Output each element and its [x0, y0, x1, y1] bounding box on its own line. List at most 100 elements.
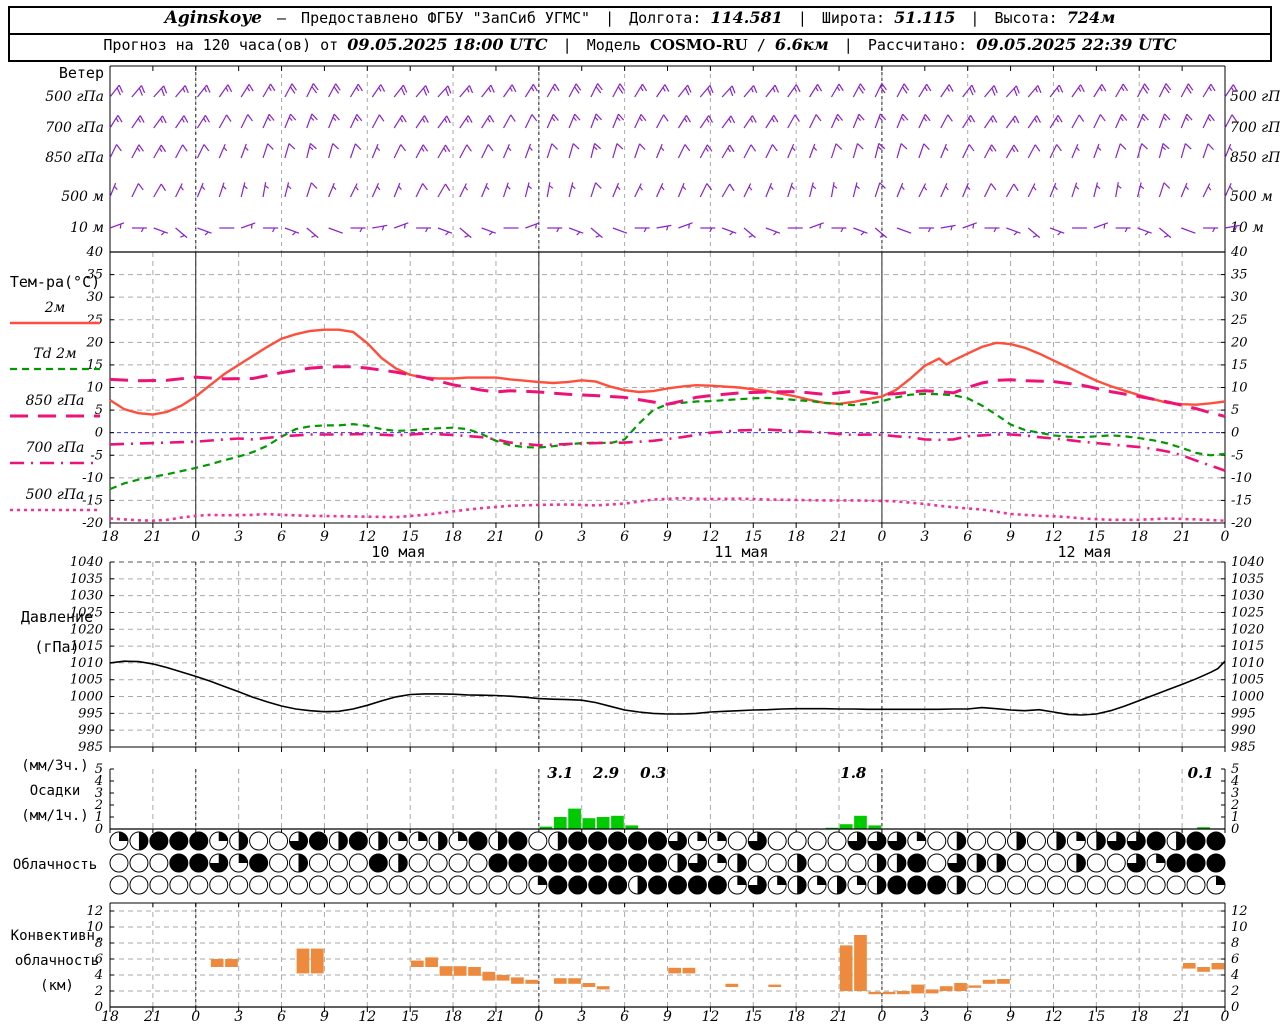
cloud-cover-symbol — [1146, 875, 1166, 895]
line — [750, 144, 757, 152]
temp-tick-label-right: 0 — [1231, 426, 1239, 441]
line — [1076, 146, 1080, 152]
line — [1158, 182, 1165, 198]
line — [1032, 186, 1037, 191]
line — [765, 227, 781, 234]
line — [857, 116, 862, 122]
line — [853, 227, 868, 234]
cloud-cover-symbol — [209, 875, 229, 895]
line — [1180, 83, 1189, 98]
line — [705, 147, 709, 152]
line — [835, 117, 840, 122]
precip-axis-title: (мм/3ч.) — [21, 758, 88, 774]
line — [1057, 231, 1062, 236]
cloud-cover-symbol — [927, 831, 947, 851]
wind-level-label-left: 10 м — [70, 220, 104, 236]
cloud-cover-symbol — [229, 875, 249, 895]
line — [487, 117, 491, 123]
cloud-cover-symbol — [1046, 853, 1066, 873]
cloud-cover-symbol — [827, 853, 847, 873]
cloud-cover-symbol — [448, 875, 468, 895]
cloud-cover-symbol — [687, 875, 707, 895]
precip-sum-label: 1.8 — [840, 764, 867, 782]
line — [376, 146, 381, 152]
line — [771, 144, 778, 152]
time-tick-label: 6 — [277, 529, 286, 545]
precip-bar — [839, 824, 853, 829]
line — [1056, 87, 1060, 93]
line — [1093, 143, 1100, 159]
line — [918, 183, 927, 198]
line — [240, 114, 249, 129]
cloud-cover-symbol — [149, 875, 169, 895]
line — [138, 87, 143, 96]
convective-tick-label-left: 2 — [94, 984, 103, 999]
time-tick-label: 18 — [444, 529, 462, 545]
line — [1006, 227, 1021, 234]
line — [968, 144, 975, 152]
legend-label-t850: 850 гПа — [26, 393, 85, 409]
line — [153, 115, 164, 129]
time-tick-label: 12 — [701, 1009, 719, 1024]
line — [1137, 227, 1152, 234]
line — [682, 185, 687, 191]
model-name: COSMO-RU — [649, 36, 748, 54]
line — [1120, 86, 1125, 92]
precip-axis-title: Осадки — [30, 783, 81, 799]
line — [118, 84, 124, 93]
line — [1141, 116, 1146, 122]
line — [774, 84, 779, 93]
cloud-cover-symbol — [1186, 853, 1206, 873]
pressure-tick-label-left: 985 — [78, 740, 103, 755]
cloud-half — [1016, 832, 1026, 850]
precip-bar — [553, 817, 567, 829]
line — [1078, 87, 1082, 92]
time-tick-label: 3 — [577, 529, 586, 545]
line — [328, 227, 343, 234]
cloud-cover-symbol — [608, 853, 628, 873]
cloud-cover-symbol — [308, 853, 328, 873]
line — [1141, 143, 1148, 150]
cloud-cover-symbol — [169, 875, 189, 895]
convective-cloud-bar — [954, 983, 967, 991]
line — [1032, 234, 1038, 238]
wind-level-label-left: 850 гПа — [45, 150, 104, 166]
line — [787, 143, 795, 159]
cloud-half — [956, 876, 966, 894]
line — [546, 143, 553, 159]
time-tick-label: 6 — [963, 1009, 972, 1024]
cloud-cover-symbol — [1026, 853, 1046, 873]
line — [793, 87, 798, 92]
cloud-half — [976, 854, 986, 872]
temp-tick-label-left: 10 — [86, 381, 103, 396]
cloud-cover-symbol — [468, 853, 488, 873]
time-tick-label: 18 — [1130, 1009, 1148, 1024]
line — [464, 186, 469, 191]
time-tick-label: 12 — [1045, 1009, 1063, 1024]
time-tick-label: 9 — [663, 529, 672, 545]
cloud-half — [797, 854, 807, 872]
line — [422, 183, 428, 191]
time-tick-label: 21 — [1172, 529, 1191, 545]
cloud-cover-symbol — [588, 853, 608, 873]
line — [244, 146, 249, 151]
line — [1144, 231, 1149, 236]
line — [393, 84, 404, 98]
cloud-cover-symbol — [767, 853, 787, 873]
line — [437, 227, 453, 234]
convective-cloud-bar — [553, 978, 567, 984]
convective-cloud-bar — [997, 979, 1010, 984]
line — [721, 183, 731, 198]
line — [546, 114, 554, 129]
line — [663, 114, 669, 122]
forecast-time: 09.05.2025 18:00 UTC — [347, 35, 548, 54]
line — [571, 185, 576, 190]
line — [699, 144, 708, 159]
line — [946, 87, 950, 92]
line — [487, 144, 494, 152]
line — [765, 182, 773, 198]
line — [445, 231, 450, 236]
line — [1119, 117, 1124, 122]
line — [371, 114, 380, 129]
line — [1163, 234, 1169, 238]
